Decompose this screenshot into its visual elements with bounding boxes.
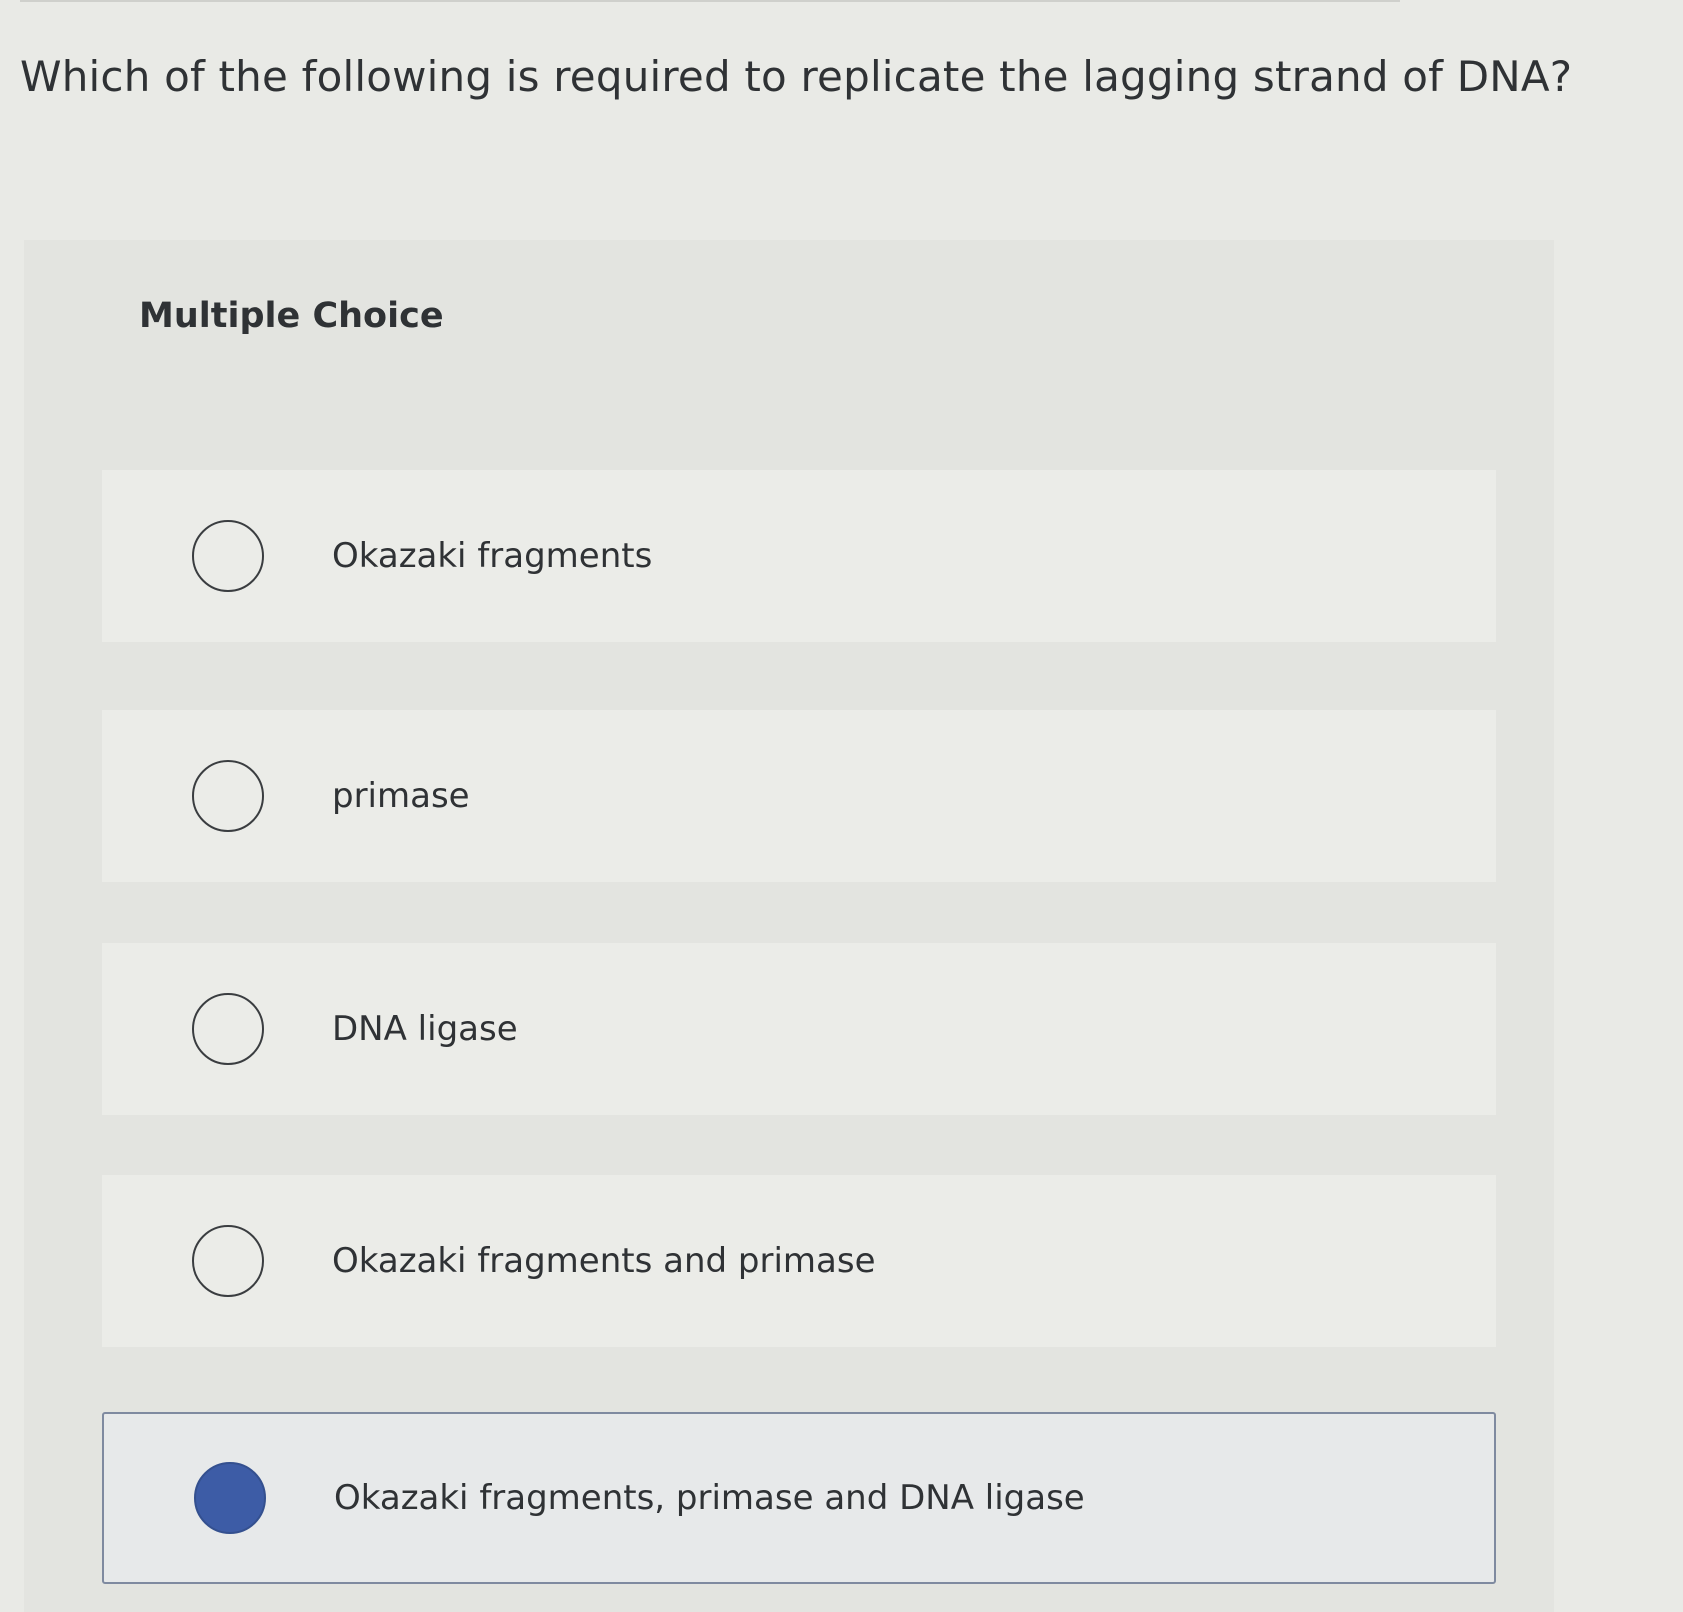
radio-button-e[interactable] (194, 1462, 266, 1534)
option-d-label: Okazaki fragments and primase (332, 1241, 876, 1281)
radio-button-a[interactable] (192, 520, 264, 592)
top-divider (20, 0, 1400, 2)
answer-panel: Multiple Choice Okazaki fragments primas… (24, 240, 1554, 1612)
radio-button-d[interactable] (192, 1225, 264, 1297)
option-d[interactable]: Okazaki fragments and primase (102, 1175, 1496, 1347)
option-e-label: Okazaki fragments, primase and DNA ligas… (334, 1478, 1085, 1518)
question-type-label: Multiple Choice (139, 296, 444, 336)
radio-button-b[interactable] (192, 760, 264, 832)
option-c[interactable]: DNA ligase (102, 943, 1496, 1115)
option-b[interactable]: primase (102, 710, 1496, 882)
option-a-label: Okazaki fragments (332, 536, 653, 576)
option-c-label: DNA ligase (332, 1009, 518, 1049)
question-prompt: Which of the following is required to re… (20, 52, 1573, 101)
option-e[interactable]: Okazaki fragments, primase and DNA ligas… (102, 1412, 1496, 1584)
option-b-label: primase (332, 776, 470, 816)
option-a[interactable]: Okazaki fragments (102, 470, 1496, 642)
radio-button-c[interactable] (192, 993, 264, 1065)
